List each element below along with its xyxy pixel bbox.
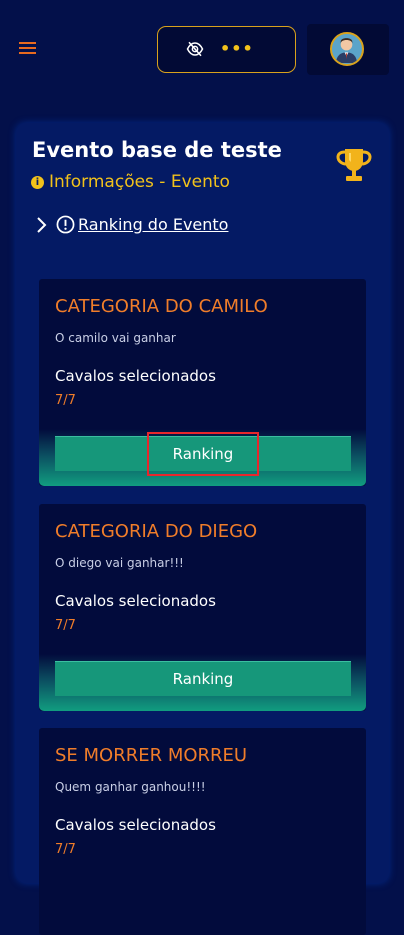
horses-selected-label: Cavalos selecionados xyxy=(55,592,216,610)
eye-off-icon[interactable] xyxy=(186,41,204,57)
alert-circle-icon xyxy=(56,215,75,234)
ranking-button[interactable]: Ranking xyxy=(55,436,351,471)
category-description: O camilo vai ganhar xyxy=(55,331,176,345)
ranking-event-row[interactable]: Ranking do Evento xyxy=(34,215,228,234)
horses-selected-count: 7/7 xyxy=(55,842,76,857)
horses-selected-label: Cavalos selecionados xyxy=(55,816,216,834)
info-icon: i xyxy=(31,175,44,189)
category-description: Quem ganhar ganhou!!!! xyxy=(55,780,206,794)
ranking-button[interactable]: Ranking xyxy=(55,661,351,696)
masked-balance: ••• xyxy=(220,39,254,58)
event-title: Evento base de teste xyxy=(32,138,282,162)
category-description: O diego vai ganhar!!! xyxy=(55,556,184,570)
top-bar: ••• xyxy=(0,0,404,100)
category-title: CATEGORIA DO CAMILO xyxy=(55,296,268,317)
category-title: CATEGORIA DO DIEGO xyxy=(55,521,258,542)
hamburger-menu-icon[interactable] xyxy=(19,42,36,56)
category-title: SE MORRER MORREU xyxy=(55,745,248,766)
event-info-label[interactable]: Informações - Evento xyxy=(49,172,230,192)
balance-box[interactable]: ••• xyxy=(157,26,296,73)
horses-selected-count: 7/7 xyxy=(55,393,76,408)
trophy-icon xyxy=(336,149,372,181)
event-panel: Evento base de teste i Informações - Eve… xyxy=(16,123,389,935)
event-info[interactable]: i Informações - Evento xyxy=(31,172,230,192)
profile-button[interactable] xyxy=(307,24,389,75)
category-card: SE MORRER MORREU Quem ganhar ganhou!!!! … xyxy=(39,728,366,935)
chevron-right-icon[interactable] xyxy=(34,216,48,234)
horses-selected-label: Cavalos selecionados xyxy=(55,367,216,385)
ranking-event-link[interactable]: Ranking do Evento xyxy=(78,215,228,234)
user-avatar[interactable] xyxy=(330,32,364,66)
category-card: CATEGORIA DO CAMILO O camilo vai ganhar … xyxy=(39,279,366,486)
horses-selected-count: 7/7 xyxy=(55,618,76,633)
category-card: CATEGORIA DO DIEGO O diego vai ganhar!!!… xyxy=(39,504,366,711)
